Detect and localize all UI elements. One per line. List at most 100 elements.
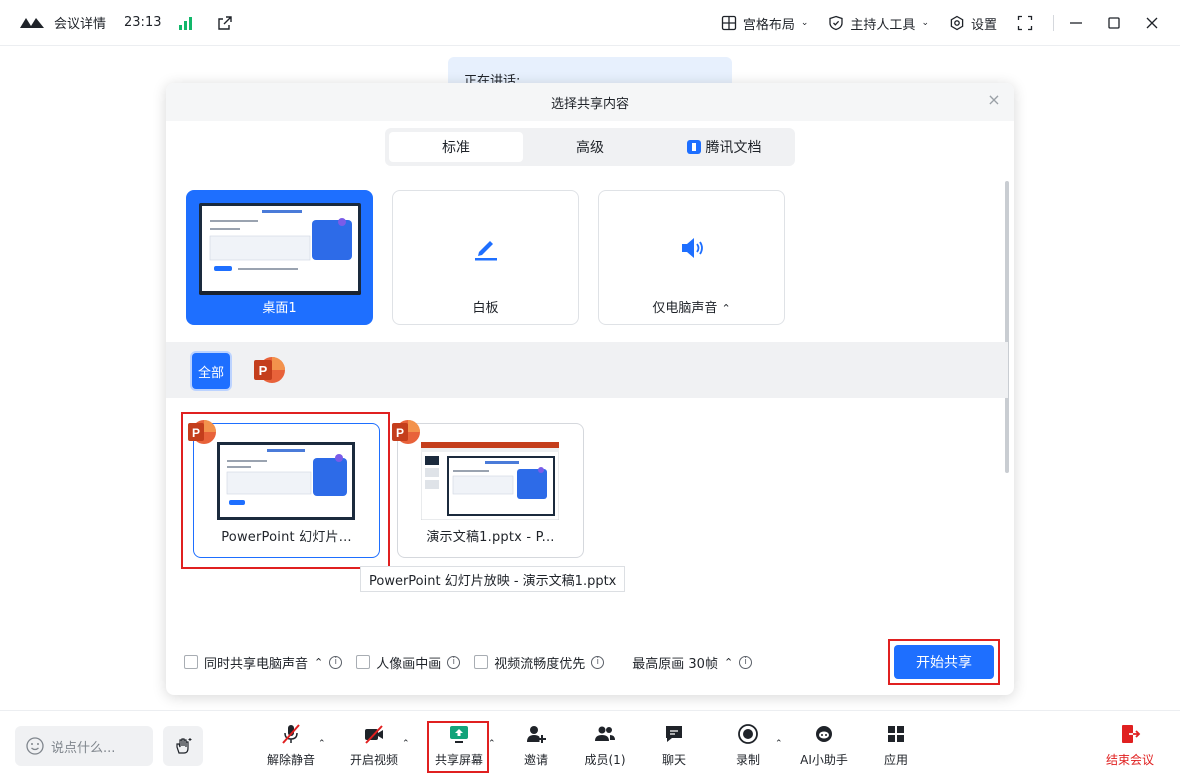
info-icon[interactable]: i: [447, 655, 461, 669]
title-divider: [1053, 15, 1054, 31]
layout-label: 宫格布局: [742, 17, 795, 33]
apps-label: 应用: [883, 753, 908, 767]
speaker-icon: [681, 238, 703, 258]
meeting-details-link[interactable]: 会议详情: [54, 13, 106, 32]
info-icon[interactable]: i: [739, 655, 753, 669]
share-options: 同时共享电脑声音 ⌃ i 人像画中画 i 视频流畅度优先 i 最高原画 30帧 …: [184, 653, 766, 672]
end-meeting-label: 结束会议: [1105, 753, 1154, 767]
title-bar: 会议详情 23:13 宫格布局 ⌄ 主持人工具 ⌄ 设置: [0, 0, 1180, 46]
smile-icon: [26, 737, 44, 755]
chat-button[interactable]: 聊天: [642, 723, 706, 773]
chevron-up-icon[interactable]: ⌃: [318, 739, 326, 749]
members-button[interactable]: 成员(1): [573, 723, 637, 773]
gear-icon: [950, 15, 964, 31]
maximize-icon[interactable]: [1106, 15, 1122, 31]
chevron-down-icon: ⌄: [921, 18, 929, 28]
share-mode-tabs: 标准 高级 腾讯文档: [385, 128, 795, 166]
unmute-button[interactable]: 解除静音: [259, 723, 323, 773]
apps-button[interactable]: 应用: [864, 723, 928, 773]
highlight-box: [888, 639, 1000, 685]
tab-label: 高级: [576, 140, 604, 156]
dialog-scrollbar[interactable]: [1005, 181, 1009, 473]
chevron-down-icon: ⌄: [800, 18, 809, 28]
chat-icon: [666, 726, 682, 742]
meeting-toolbar: 说点什么... 解除静音 ⌃ 开启视频 ⌃ 共享屏幕 ⌃ 邀请 成员(1) 聊天…: [0, 710, 1180, 781]
tab-tencent-docs[interactable]: 腾讯文档: [657, 132, 791, 162]
highlight-box: [181, 412, 390, 569]
unmute-label: 解除静音: [266, 753, 315, 767]
pencil-icon: [474, 241, 497, 261]
invite-label: 邀请: [523, 753, 548, 767]
shield-icon: [829, 15, 844, 31]
video-smooth-option[interactable]: 视频流畅度优先 i: [474, 653, 605, 672]
tab-advanced[interactable]: 高级: [523, 132, 657, 162]
chevron-up-icon[interactable]: ⌃: [775, 739, 783, 749]
members-label: 成员(1): [584, 753, 626, 767]
chevron-up-icon[interactable]: ⌃: [488, 739, 496, 749]
ai-assistant-button[interactable]: AI小助手: [792, 723, 856, 773]
pip-label: 人像画中画: [376, 656, 442, 672]
window-tooltip: PowerPoint 幻灯片放映 - 演示文稿1.pptx: [360, 566, 626, 592]
desktop-thumbnail: [199, 203, 361, 295]
computer-audio-label: 仅电脑声音 ⌃: [599, 297, 784, 316]
audio-only-text: 仅电脑声音: [652, 301, 718, 316]
share-sound-checkbox[interactable]: [184, 655, 198, 669]
host-tools-button[interactable]: 主持人工具 ⌄: [828, 14, 929, 33]
svg-text:P: P: [396, 426, 404, 440]
invite-icon: [527, 726, 546, 743]
desktop-share-card[interactable]: 桌面1: [186, 190, 373, 325]
ai-assistant-label: AI小助手: [800, 753, 848, 767]
pip-checkbox[interactable]: [356, 655, 371, 669]
info-icon[interactable]: i: [329, 655, 343, 669]
pip-option[interactable]: 人像画中画 i: [356, 653, 461, 672]
share-sound-label: 同时共享电脑声音: [204, 656, 309, 672]
close-icon[interactable]: ×: [986, 92, 1002, 108]
raise-hand-button[interactable]: [163, 726, 203, 766]
end-meeting-button[interactable]: 结束会议: [1098, 723, 1162, 773]
grid-layout-icon: [721, 15, 737, 31]
filter-all-button[interactable]: 全部: [192, 353, 230, 389]
chevron-up-icon[interactable]: ⌃: [314, 656, 323, 669]
invite-button[interactable]: 邀请: [504, 723, 568, 773]
chat-input-placeholder: 说点什么...: [51, 740, 116, 756]
powerpoint-icon: P: [392, 420, 420, 444]
fullscreen-icon[interactable]: [1017, 15, 1033, 31]
share-sound-option[interactable]: 同时共享电脑声音 ⌃ i: [184, 653, 343, 672]
window-title: 演示文稿1.pptx - P...: [426, 530, 555, 545]
app-filter-row: 全部 P: [166, 342, 1008, 398]
tab-label: 标准: [442, 140, 470, 156]
whiteboard-share-card[interactable]: 白板: [392, 190, 579, 325]
start-video-button[interactable]: 开启视频: [342, 723, 406, 773]
apps-icon: [888, 726, 904, 742]
window-card-pptx[interactable]: 演示文稿1.pptx - P...: [397, 423, 584, 558]
raise-hand-icon: [176, 738, 192, 754]
chevron-up-icon[interactable]: ⌃: [721, 302, 730, 315]
desktop-label: 桌面1: [262, 301, 297, 316]
layout-button[interactable]: 宫格布局 ⌄: [721, 14, 809, 33]
max-quality-option[interactable]: 最高原画 30帧 ⌃ i: [632, 653, 753, 672]
settings-button[interactable]: 设置: [949, 14, 997, 33]
members-icon: [595, 726, 615, 741]
chevron-up-icon[interactable]: ⌃: [724, 656, 733, 669]
video-off-icon: [365, 725, 383, 744]
settings-label: 设置: [970, 17, 997, 33]
powerpoint-icon[interactable]: P: [252, 355, 288, 385]
popout-icon[interactable]: [217, 15, 233, 31]
close-icon[interactable]: [1144, 15, 1160, 31]
chat-input-button[interactable]: 说点什么...: [15, 726, 153, 766]
highlight-box: [427, 721, 489, 773]
computer-audio-share-card[interactable]: 仅电脑声音 ⌃: [598, 190, 785, 325]
tab-standard[interactable]: 标准: [389, 132, 523, 162]
max-quality-label: 最高原画 30帧: [632, 656, 718, 672]
info-icon[interactable]: i: [591, 655, 605, 669]
host-tools-label: 主持人工具: [850, 17, 916, 33]
ai-assistant-icon: [816, 726, 832, 742]
share-content-dialog: 选择共享内容 × 标准 高级 腾讯文档 桌面1 白板 仅电脑声音 ⌃ 全部 P …: [166, 83, 1014, 695]
minimize-icon[interactable]: [1068, 15, 1084, 31]
record-button[interactable]: 录制: [716, 723, 780, 773]
chevron-up-icon[interactable]: ⌃: [402, 739, 410, 749]
exit-icon: [1122, 725, 1141, 743]
network-signal-icon[interactable]: [179, 16, 195, 30]
tencent-meeting-logo-icon: [20, 17, 44, 28]
video-smooth-checkbox[interactable]: [474, 655, 489, 669]
